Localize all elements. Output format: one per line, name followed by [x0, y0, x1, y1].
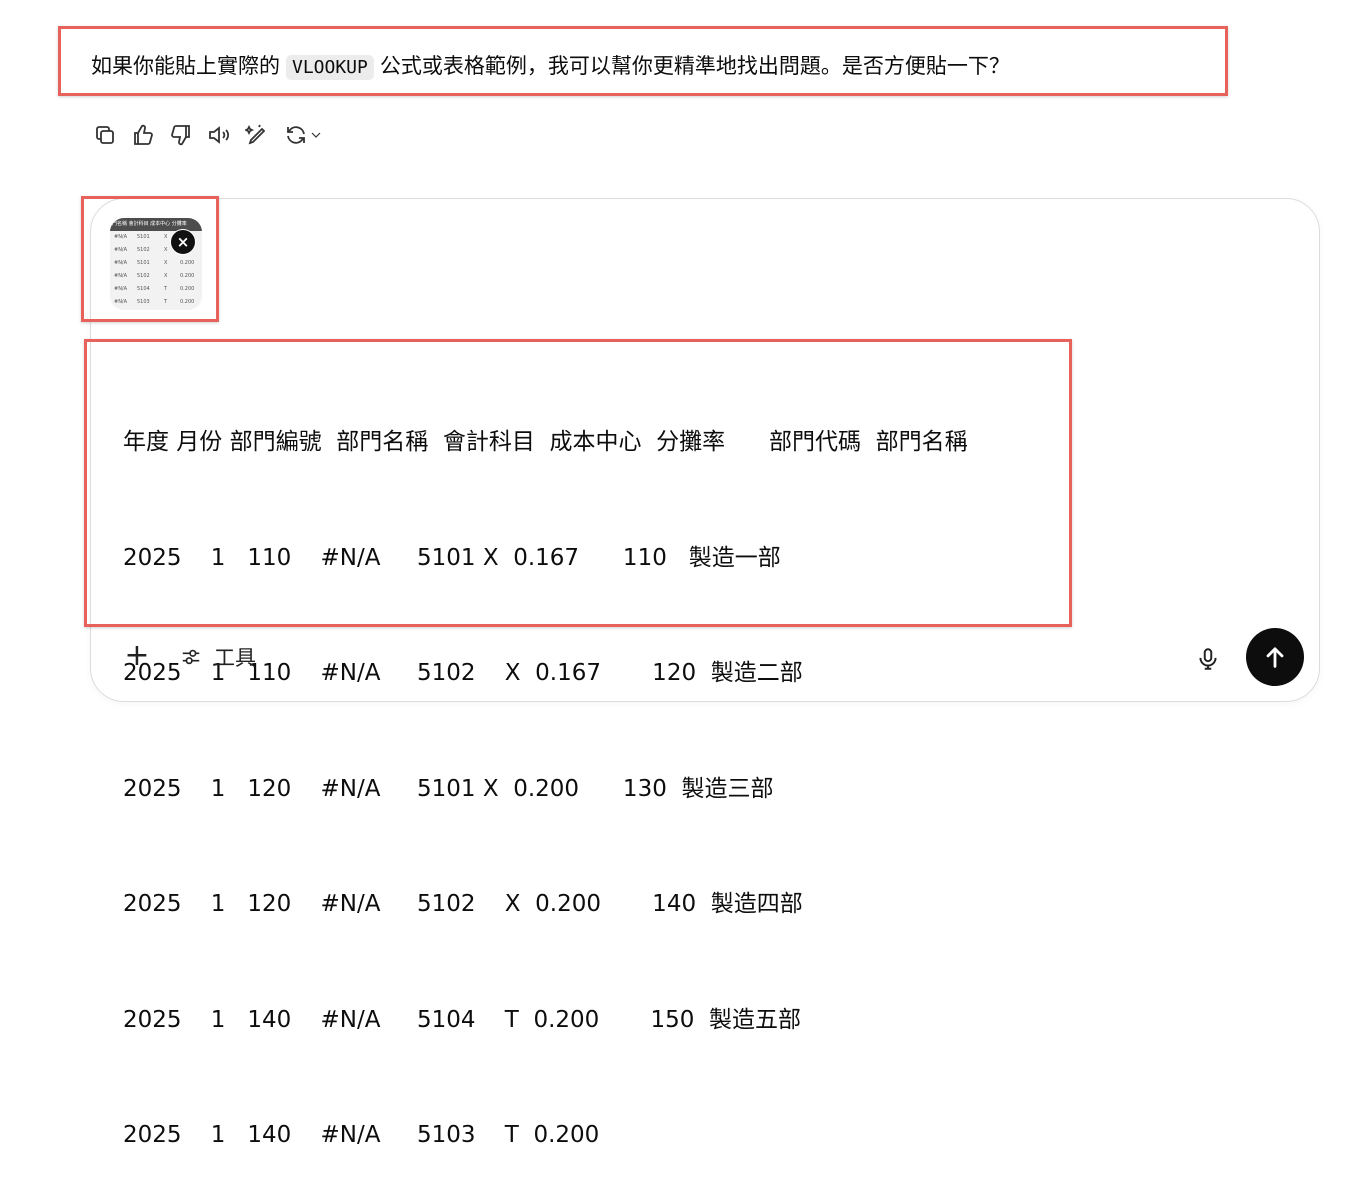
- thumbs-up-button[interactable]: [128, 120, 158, 150]
- pasted-line: 2025 1 120 #N/A 5102 X 0.200 140 製造四部: [123, 891, 803, 917]
- copy-icon: [96, 126, 114, 144]
- regenerate-icon: [287, 126, 305, 144]
- pasted-line: 2025 1 120 #N/A 5101 X 0.200 130 製造三部: [123, 775, 774, 802]
- thumbs-down-button[interactable]: [166, 120, 196, 150]
- message-actions: [90, 120, 336, 150]
- highlight-box-attachment: [81, 196, 219, 322]
- highlight-box-pasted-text: [84, 339, 1072, 627]
- read-aloud-icon: [209, 126, 229, 144]
- pasted-line: 2025 1 140 #N/A 5103 T 0.200: [123, 1122, 600, 1148]
- copy-button[interactable]: [90, 120, 120, 150]
- regenerate-button[interactable]: [280, 120, 328, 150]
- composer-footer: + 工具: [122, 641, 256, 672]
- sliders-icon: [182, 649, 200, 665]
- tools-button[interactable]: 工具: [180, 642, 256, 672]
- edit-canvas-button[interactable]: [242, 120, 272, 150]
- thumbs-down-icon: [171, 125, 190, 146]
- chevron-down-icon: [311, 132, 321, 138]
- microphone-icon: [1199, 648, 1217, 670]
- arrow-up-icon: [1266, 647, 1284, 668]
- plus-icon: +: [124, 638, 150, 673]
- edit-canvas-icon: [245, 124, 266, 145]
- microphone-button[interactable]: [1194, 644, 1222, 674]
- send-button[interactable]: [1246, 628, 1304, 686]
- tools-label: 工具: [214, 646, 256, 670]
- pasted-line: 2025 1 140 #N/A 5104 T 0.200 150 製造五部: [123, 1006, 801, 1033]
- add-button[interactable]: +: [122, 641, 152, 672]
- read-aloud-button[interactable]: [204, 120, 234, 150]
- thumbs-up-icon: [134, 124, 153, 145]
- highlight-box-message: [58, 26, 1228, 96]
